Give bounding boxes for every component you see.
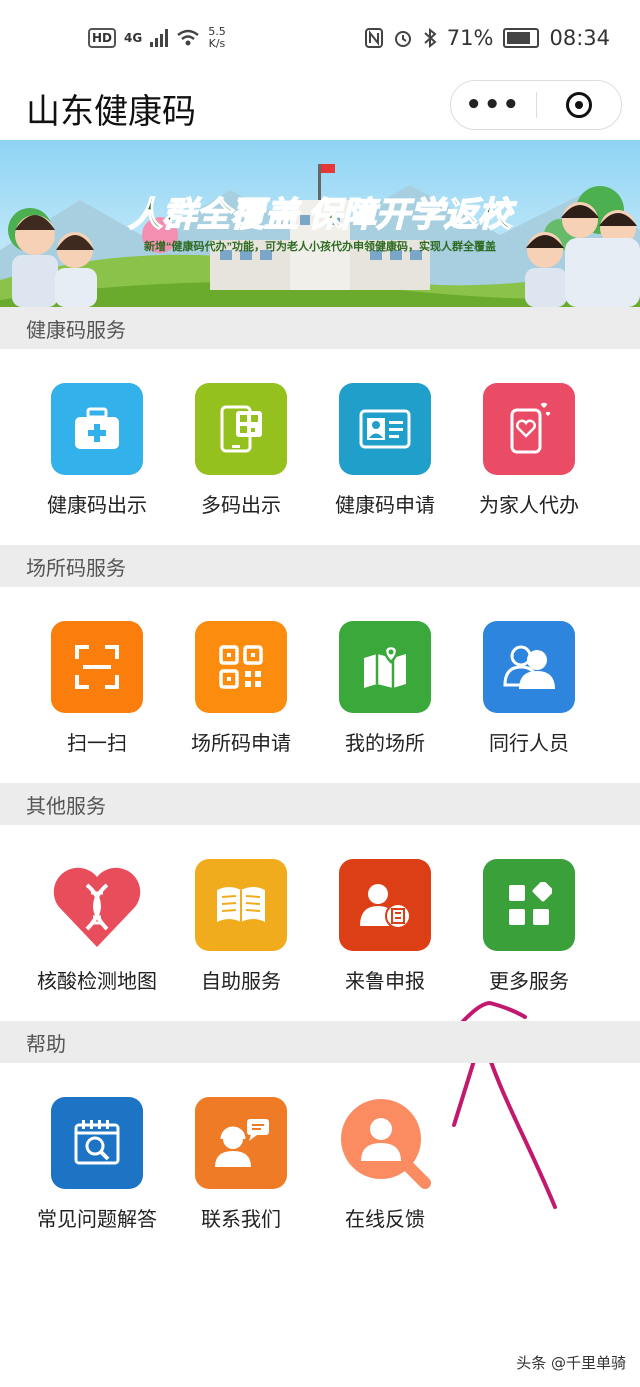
section-header-other-services: 其他服务 bbox=[0, 783, 640, 825]
tile-online-feedback[interactable]: 在线反馈 bbox=[313, 1097, 457, 1232]
banner-subline: 新增“健康码代办”功能，可为老人小孩代办申领健康码，实现人群全覆盖 bbox=[144, 239, 496, 253]
tile-label: 健康码出示 bbox=[47, 493, 147, 517]
tile-companions[interactable]: 同行人员 bbox=[457, 621, 601, 756]
hd-indicator: HD bbox=[88, 28, 117, 48]
tile-label: 多码出示 bbox=[201, 493, 281, 517]
tile-label: 场所码申请 bbox=[191, 731, 291, 755]
promo-banner[interactable]: 人群全覆盖 保障开学返校 新增“健康码代办”功能，可为老人小孩代办申领健康码，实… bbox=[0, 140, 640, 307]
calendar-search-icon bbox=[51, 1097, 143, 1189]
tile-label: 我的场所 bbox=[345, 731, 425, 755]
tile-venue-code-apply[interactable]: 场所码申请 bbox=[169, 621, 313, 756]
more-menu-button[interactable]: ••• bbox=[451, 90, 536, 120]
battery-percent: 71% bbox=[446, 26, 494, 50]
book-icon bbox=[195, 859, 287, 951]
people-icon bbox=[483, 621, 575, 713]
scan-icon bbox=[51, 621, 143, 713]
tile-label: 来鲁申报 bbox=[345, 969, 425, 993]
help-grid: 常见问题解答 联系我们 在线反馈 bbox=[0, 1097, 640, 1232]
tile-label: 联系我们 bbox=[201, 1207, 281, 1231]
alarm-icon bbox=[394, 31, 411, 47]
other-services-grid: 核酸检测地图 自助服务 来鲁申报 更多服务 bbox=[0, 859, 640, 994]
section-header-help: 帮助 bbox=[0, 1021, 640, 1063]
signal-icon bbox=[150, 29, 169, 47]
tile-multi-code-show[interactable]: 多码出示 bbox=[169, 383, 313, 518]
mini-program-capsule: ••• bbox=[450, 80, 622, 130]
network-speed: 5.5 K/s bbox=[208, 26, 226, 50]
nfc-icon bbox=[364, 28, 383, 48]
tile-label: 常见问题解答 bbox=[37, 1207, 157, 1231]
watermark: 头条 @千里单骑 bbox=[516, 1354, 626, 1372]
phone-qr-icon bbox=[195, 383, 287, 475]
target-icon bbox=[565, 92, 592, 118]
feedback-search-icon bbox=[339, 1097, 431, 1189]
qr-code-icon bbox=[195, 621, 287, 713]
clock: 08:34 bbox=[549, 26, 610, 50]
map-pin-icon bbox=[339, 621, 431, 713]
tile-family-proxy[interactable]: 为家人代办 bbox=[457, 383, 601, 518]
tile-faq[interactable]: 常见问题解答 bbox=[25, 1097, 169, 1232]
tile-entry-declaration[interactable]: 来鲁申报 bbox=[313, 859, 457, 994]
tile-more-services[interactable]: 更多服务 bbox=[457, 859, 601, 994]
battery-icon bbox=[503, 28, 540, 48]
tile-my-venue[interactable]: 我的场所 bbox=[313, 621, 457, 756]
medical-kit-icon bbox=[51, 383, 143, 475]
venue-code-services-grid: 扫一扫 场所码申请 我的场所 同行人员 bbox=[0, 621, 640, 756]
tile-label: 核酸检测地图 bbox=[37, 969, 157, 993]
dna-heart-icon bbox=[51, 859, 143, 951]
wifi-icon bbox=[177, 29, 199, 46]
support-agent-icon bbox=[195, 1097, 287, 1189]
speed-unit: K/s bbox=[208, 37, 226, 50]
network-type: 4G bbox=[124, 31, 143, 45]
health-code-services-grid: 健康码出示 多码出示 健康码申请 为家人代办 bbox=[0, 383, 640, 518]
tile-nucleic-test-map[interactable]: 核酸检测地图 bbox=[25, 859, 169, 994]
tile-scan[interactable]: 扫一扫 bbox=[25, 621, 169, 756]
phone-heart-icon bbox=[483, 383, 575, 475]
tile-contact-us[interactable]: 联系我们 bbox=[169, 1097, 313, 1232]
tile-label: 为家人代办 bbox=[479, 493, 579, 517]
banner-headline: 人群全覆盖 保障开学返校 bbox=[128, 196, 516, 234]
tile-label: 在线反馈 bbox=[345, 1207, 425, 1231]
tile-label: 扫一扫 bbox=[67, 731, 127, 755]
tile-label: 同行人员 bbox=[489, 731, 569, 755]
status-bar: HD 4G 5.5 K/s 71% 08:34 bbox=[0, 0, 640, 72]
bluetooth-icon bbox=[424, 28, 437, 48]
tile-health-code-apply[interactable]: 健康码申请 bbox=[313, 383, 457, 518]
person-form-icon bbox=[339, 859, 431, 951]
tile-label: 自助服务 bbox=[201, 969, 281, 993]
tile-health-code-show[interactable]: 健康码出示 bbox=[25, 383, 169, 518]
tile-label: 健康码申请 bbox=[335, 493, 435, 517]
close-mini-program-button[interactable] bbox=[537, 92, 622, 118]
tile-self-service[interactable]: 自助服务 bbox=[169, 859, 313, 994]
id-card-icon bbox=[339, 383, 431, 475]
section-header-health-code: 健康码服务 bbox=[0, 307, 640, 349]
page-title: 山东健康码 bbox=[26, 92, 196, 132]
title-bar: 山东健康码 ••• bbox=[0, 72, 640, 140]
apps-grid-icon bbox=[483, 859, 575, 951]
section-header-venue-code: 场所码服务 bbox=[0, 545, 640, 587]
